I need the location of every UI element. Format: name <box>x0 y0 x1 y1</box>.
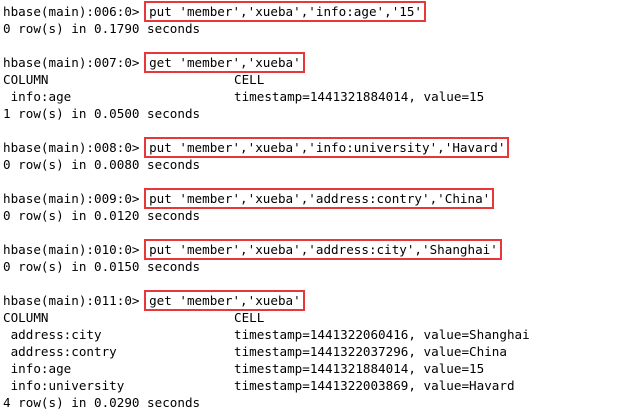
table-row: info:age timestamp=1441321884014, value=1… <box>3 360 485 377</box>
shell-prompt: hbase(main):010:0> <box>3 242 148 257</box>
command-line: hbase(main):010:0> put 'member','xueba',… <box>3 239 502 260</box>
row-cell: timestamp=1441322003869, value=Havard <box>234 378 515 393</box>
column-header: COLUMN <box>3 310 49 325</box>
highlighted-command: put 'member','xueba','info:age','15' <box>144 1 427 22</box>
result-line: 0 row(s) in 0.0120 seconds <box>3 208 201 223</box>
highlighted-command: put 'member','xueba','info:university','… <box>144 137 510 158</box>
table-row: info:age timestamp=1441321884014, value=1… <box>3 88 485 105</box>
row-column: address:contry <box>3 344 117 359</box>
result-line: 1 row(s) in 0.0500 seconds <box>3 106 201 121</box>
result-line: 0 row(s) in 0.0080 seconds <box>3 157 201 172</box>
row-column: info:university <box>3 378 125 393</box>
row-cell: timestamp=1441322037296, value=China <box>234 344 507 359</box>
table-row: info:university timestamp=1441322003869, … <box>3 377 515 394</box>
table-header: COLUMN CELL <box>3 71 264 88</box>
row-column: info:age <box>3 361 72 376</box>
cell-header: CELL <box>234 72 265 87</box>
result-line: 4 row(s) in 0.0290 seconds <box>3 395 201 410</box>
result-line: 0 row(s) in 0.0150 seconds <box>3 259 201 274</box>
cell-header: CELL <box>234 310 265 325</box>
shell-prompt: hbase(main):009:0> <box>3 191 148 206</box>
shell-prompt: hbase(main):006:0> <box>3 4 148 19</box>
highlighted-command: get 'member','xueba' <box>144 52 305 73</box>
shell-prompt: hbase(main):007:0> <box>3 55 148 70</box>
table-row: address:city timestamp=1441322060416, val… <box>3 326 530 343</box>
command-line: hbase(main):009:0> put 'member','xueba',… <box>3 188 495 209</box>
result-line: 0 row(s) in 0.1790 seconds <box>3 21 201 36</box>
row-column: address:city <box>3 327 102 342</box>
row-cell: timestamp=1441321884014, value=15 <box>234 89 485 104</box>
command-line: hbase(main):008:0> put 'member','xueba',… <box>3 137 510 158</box>
row-cell: timestamp=1441322060416, value=Shanghai <box>234 327 530 342</box>
highlighted-command: get 'member','xueba' <box>144 290 305 311</box>
highlighted-command: put 'member','xueba','address:city','Sha… <box>144 239 502 260</box>
table-row: address:contry timestamp=1441322037296, v… <box>3 343 507 360</box>
command-line: hbase(main):006:0> put 'member','xueba',… <box>3 1 427 22</box>
row-column: info:age <box>3 89 72 104</box>
shell-prompt: hbase(main):011:0> <box>3 293 148 308</box>
highlighted-command: put 'member','xueba','address:contry','C… <box>144 188 495 209</box>
command-line: hbase(main):007:0> get 'member','xueba' <box>3 52 305 73</box>
table-header: COLUMN CELL <box>3 309 264 326</box>
shell-prompt: hbase(main):008:0> <box>3 140 148 155</box>
terminal-window[interactable]: hbase(main):006:0> put 'member','xueba',… <box>0 0 637 417</box>
row-cell: timestamp=1441321884014, value=15 <box>234 361 485 376</box>
command-line: hbase(main):011:0> get 'member','xueba' <box>3 290 305 311</box>
column-header: COLUMN <box>3 72 49 87</box>
